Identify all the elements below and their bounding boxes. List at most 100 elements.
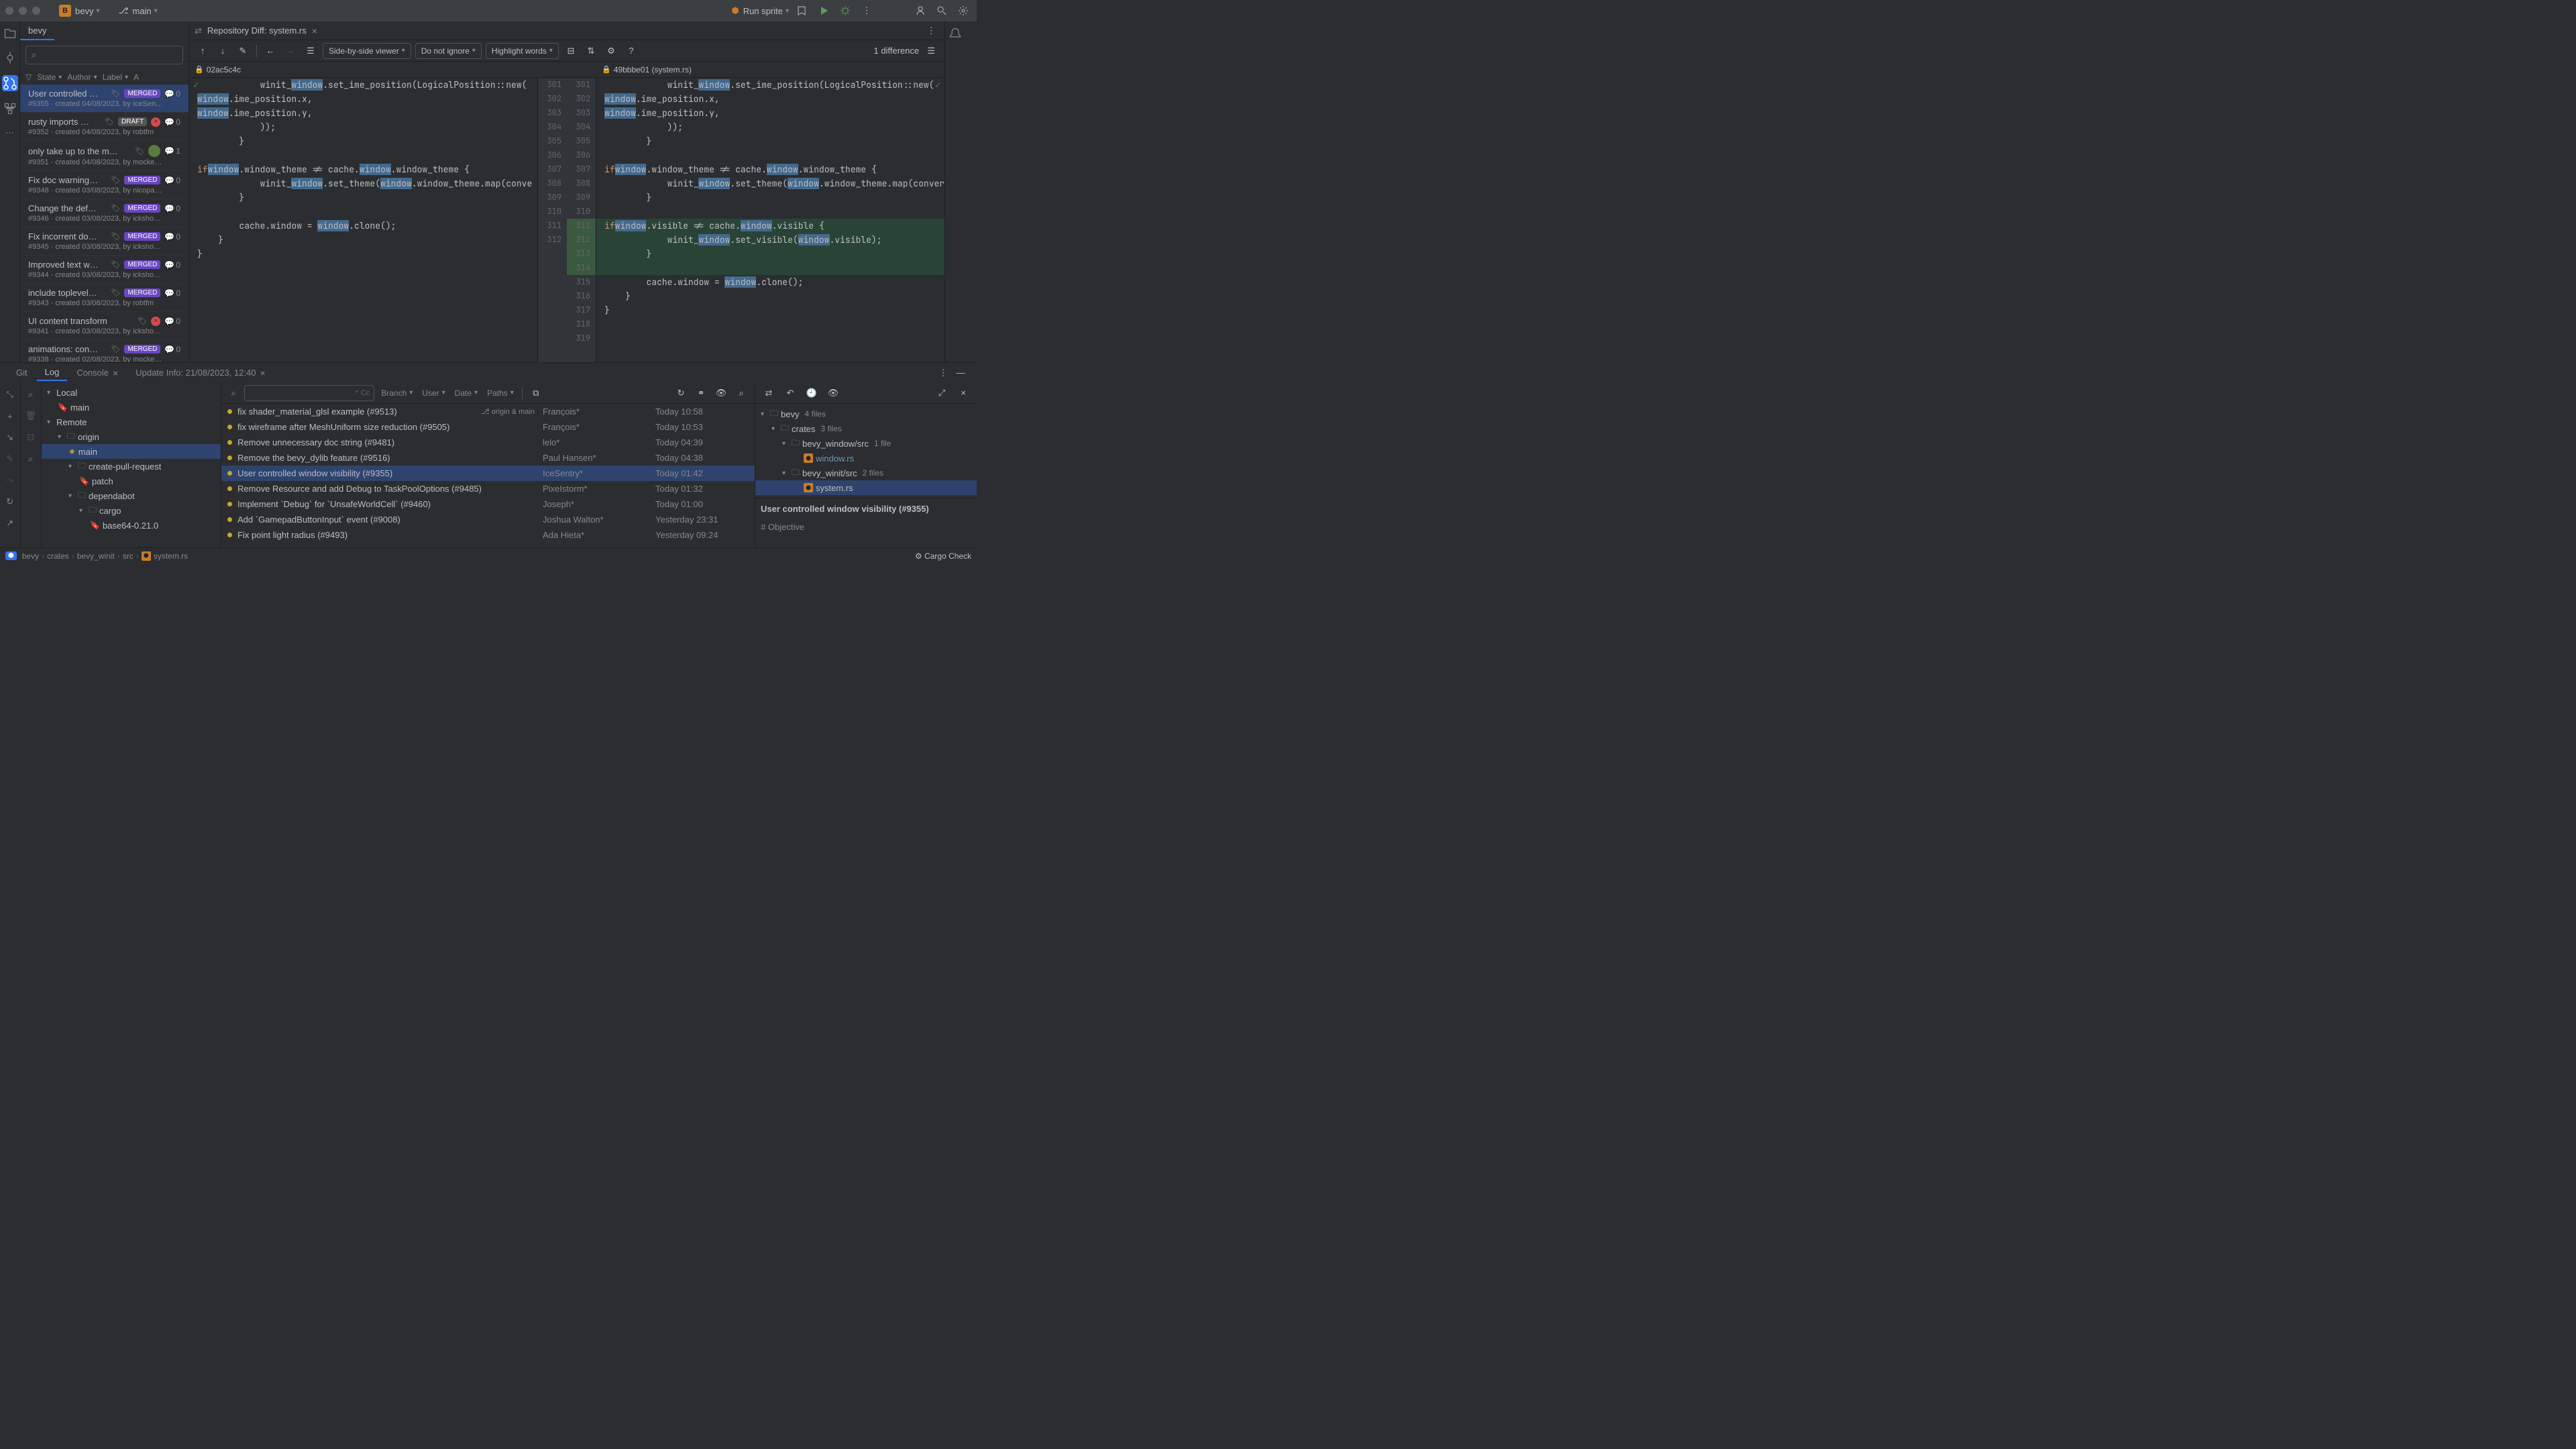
author-filter[interactable]: Author▾ — [67, 72, 97, 82]
paths-filter[interactable]: Paths▾ — [484, 388, 517, 398]
list-icon[interactable]: ☰ — [303, 43, 319, 59]
pr-tab[interactable]: bevy — [20, 21, 54, 40]
preview-icon[interactable]: 👁 — [825, 385, 841, 401]
date-filter[interactable]: Date▾ — [452, 388, 480, 398]
file-tree-folder[interactable]: ▾🗀bevy_window/src1 file — [755, 436, 977, 451]
project-selector[interactable]: B bevy ▾ — [59, 5, 100, 17]
cargo-check-status[interactable]: ⚙ Cargo Check — [915, 551, 971, 561]
run-icon[interactable] — [816, 3, 832, 19]
pr-item[interactable]: animations: con…🏷MERGED💬0#9338 · created… — [20, 340, 189, 362]
local-group[interactable]: ▾Local — [42, 385, 221, 400]
remote-origin[interactable]: ▾🗀origin — [42, 429, 221, 444]
ignore-mode-dropdown[interactable]: Do not ignore▾ — [415, 43, 482, 59]
revert-icon[interactable]: ↶ — [782, 385, 798, 401]
show-tree-icon[interactable]: ⤡ — [3, 388, 17, 401]
collapse-icon[interactable]: ⊟ — [563, 43, 579, 59]
pull-request-tool-icon[interactable] — [2, 75, 18, 91]
commit-row[interactable]: Remove unnecessary doc string (#9481)lel… — [221, 435, 755, 450]
push-icon[interactable]: ↗ — [3, 517, 17, 530]
pr-item[interactable]: rusty imports …🏷DRAFT×💬0#9352 · created … — [20, 113, 189, 141]
pr-search-input[interactable]: ⌕ — [25, 46, 183, 64]
commit-row[interactable]: Remove the bevy_dylib feature (#9516)Pau… — [221, 450, 755, 466]
next-diff-icon[interactable]: ↓ — [215, 43, 231, 59]
branch-filter[interactable]: Branch▾ — [378, 388, 415, 398]
commit-row[interactable]: Implement `Debug` for `UnsafeWorldCell` … — [221, 496, 755, 512]
checkout-icon[interactable]: ↘ — [3, 431, 17, 444]
panel-options-icon[interactable]: ⋮ — [935, 365, 951, 381]
diff-icon[interactable]: ⊡ — [24, 431, 38, 444]
tab-options-icon[interactable]: ⋮ — [923, 23, 939, 39]
zoom-window[interactable] — [32, 7, 40, 15]
goto-icon[interactable]: ⌕ — [733, 385, 749, 401]
console-tab[interactable]: Console× — [68, 365, 126, 381]
compare-icon[interactable]: ⇄ — [761, 385, 777, 401]
close-tab-icon[interactable]: × — [312, 25, 317, 36]
pr-item[interactable]: include toplevel…🏷MERGED💬0#9343 · create… — [20, 284, 189, 312]
folder-item[interactable]: ▾🗀create-pull-request — [42, 459, 221, 474]
edit-icon[interactable]: ✎ — [235, 43, 251, 59]
label-filter[interactable]: Label▾ — [103, 72, 128, 82]
file-tree-root[interactable]: ▾🗀bevy4 files — [755, 407, 977, 421]
find-icon[interactable]: ⌕ — [24, 452, 38, 466]
branch-selector[interactable]: ⎇ main ▾ — [119, 5, 158, 16]
expand-icon[interactable]: ☰ — [923, 43, 939, 59]
branch-item[interactable]: 🔖main — [42, 400, 221, 415]
close-window[interactable] — [5, 7, 13, 15]
open-new-tab-icon[interactable]: ⧉ — [528, 385, 544, 401]
branch-item[interactable]: ★main — [42, 444, 221, 459]
pr-item[interactable]: Improved text w…🏷MERGED💬0#9344 · created… — [20, 256, 189, 284]
commit-tool-icon[interactable] — [3, 51, 17, 64]
search-icon[interactable] — [934, 3, 950, 19]
prev-diff-icon[interactable]: ↑ — [195, 43, 211, 59]
delete-icon[interactable]: 🗑 — [24, 409, 38, 423]
help-icon[interactable]: ? — [623, 43, 639, 59]
filter-icon[interactable]: ▽ — [25, 72, 32, 82]
commit-row[interactable]: User controlled window visibility (#9355… — [221, 466, 755, 481]
commit-row[interactable]: fix shader_material_glsl example (#9513)… — [221, 404, 755, 419]
diff-body[interactable]: ✓ winit_window.set_ime_position(LogicalP… — [189, 78, 945, 362]
git-tab[interactable]: Git — [8, 365, 36, 380]
folder-item[interactable]: ▾🗀dependabot — [42, 488, 221, 503]
file-tree-folder[interactable]: ▾🗀crates3 files — [755, 421, 977, 436]
project-tool-icon[interactable] — [3, 27, 17, 40]
fetch-icon[interactable]: ↻ — [3, 495, 17, 508]
pr-item[interactable]: Fix doc warning…🏷MERGED💬0#9348 · created… — [20, 171, 189, 199]
expand-icon[interactable]: ⤢ — [934, 385, 950, 401]
forward-icon[interactable]: → — [282, 43, 299, 59]
breadcrumb[interactable]: bevy› crates› bevy_winit› src› ⬢ system.… — [22, 551, 188, 561]
folder-item[interactable]: ▾🗀cargo — [42, 503, 221, 518]
user-filter[interactable]: User▾ — [419, 388, 447, 398]
file-tree-file[interactable]: ⬢system.rs — [755, 480, 977, 495]
file-tree-file[interactable]: ⬢window.rs — [755, 451, 977, 466]
minimize-panel-icon[interactable]: — — [953, 365, 969, 381]
diff-tab-label[interactable]: Repository Diff: system.rs — [207, 25, 307, 36]
branch-item[interactable]: 🔖base64-0.21.0 — [42, 518, 221, 533]
close-icon[interactable]: × — [955, 385, 971, 401]
viewer-mode-dropdown[interactable]: Side-by-side viewer▾ — [323, 43, 411, 59]
build-icon[interactable] — [794, 3, 810, 19]
more-tools-icon[interactable]: ⋯ — [3, 126, 17, 140]
edit-icon[interactable]: ✎ — [3, 452, 17, 466]
commit-search-input[interactable]: .*Cc — [244, 385, 374, 401]
pr-item[interactable]: Change the def…🏷MERGED💬0#9346 · created … — [20, 199, 189, 227]
search-icon[interactable]: ⌕ — [227, 386, 240, 400]
commit-row[interactable]: Add `GamepadButtonInput` event (#9008)Jo… — [221, 512, 755, 527]
remote-group[interactable]: ▾Remote — [42, 415, 221, 429]
minimize-window[interactable] — [19, 7, 27, 15]
merge-icon[interactable]: ⤳ — [3, 474, 17, 487]
search-icon[interactable]: ⌕ — [24, 388, 38, 401]
pr-item[interactable]: only take up to the m…🏷💬1#9351 · created… — [20, 141, 189, 171]
run-config-selector[interactable]: ⬢ Run sprite ▾ — [731, 5, 789, 16]
notifications-icon[interactable] — [949, 27, 962, 40]
more-icon[interactable]: ⋮ — [859, 3, 875, 19]
assignee-filter[interactable]: A — [133, 72, 139, 82]
history-icon[interactable]: 🕘 — [804, 385, 820, 401]
log-tab[interactable]: Log — [37, 364, 68, 381]
eye-icon[interactable]: 👁 — [713, 385, 729, 401]
commit-row[interactable]: fix wireframe after MeshUniform size red… — [221, 419, 755, 435]
branch-item[interactable]: 🔖patch — [42, 474, 221, 488]
structure-tool-icon[interactable] — [3, 102, 17, 115]
pr-item[interactable]: UI content transform🏷×💬0#9341 · created … — [20, 312, 189, 340]
new-branch-icon[interactable]: + — [3, 409, 17, 423]
sync-scroll-icon[interactable]: ⇅ — [583, 43, 599, 59]
